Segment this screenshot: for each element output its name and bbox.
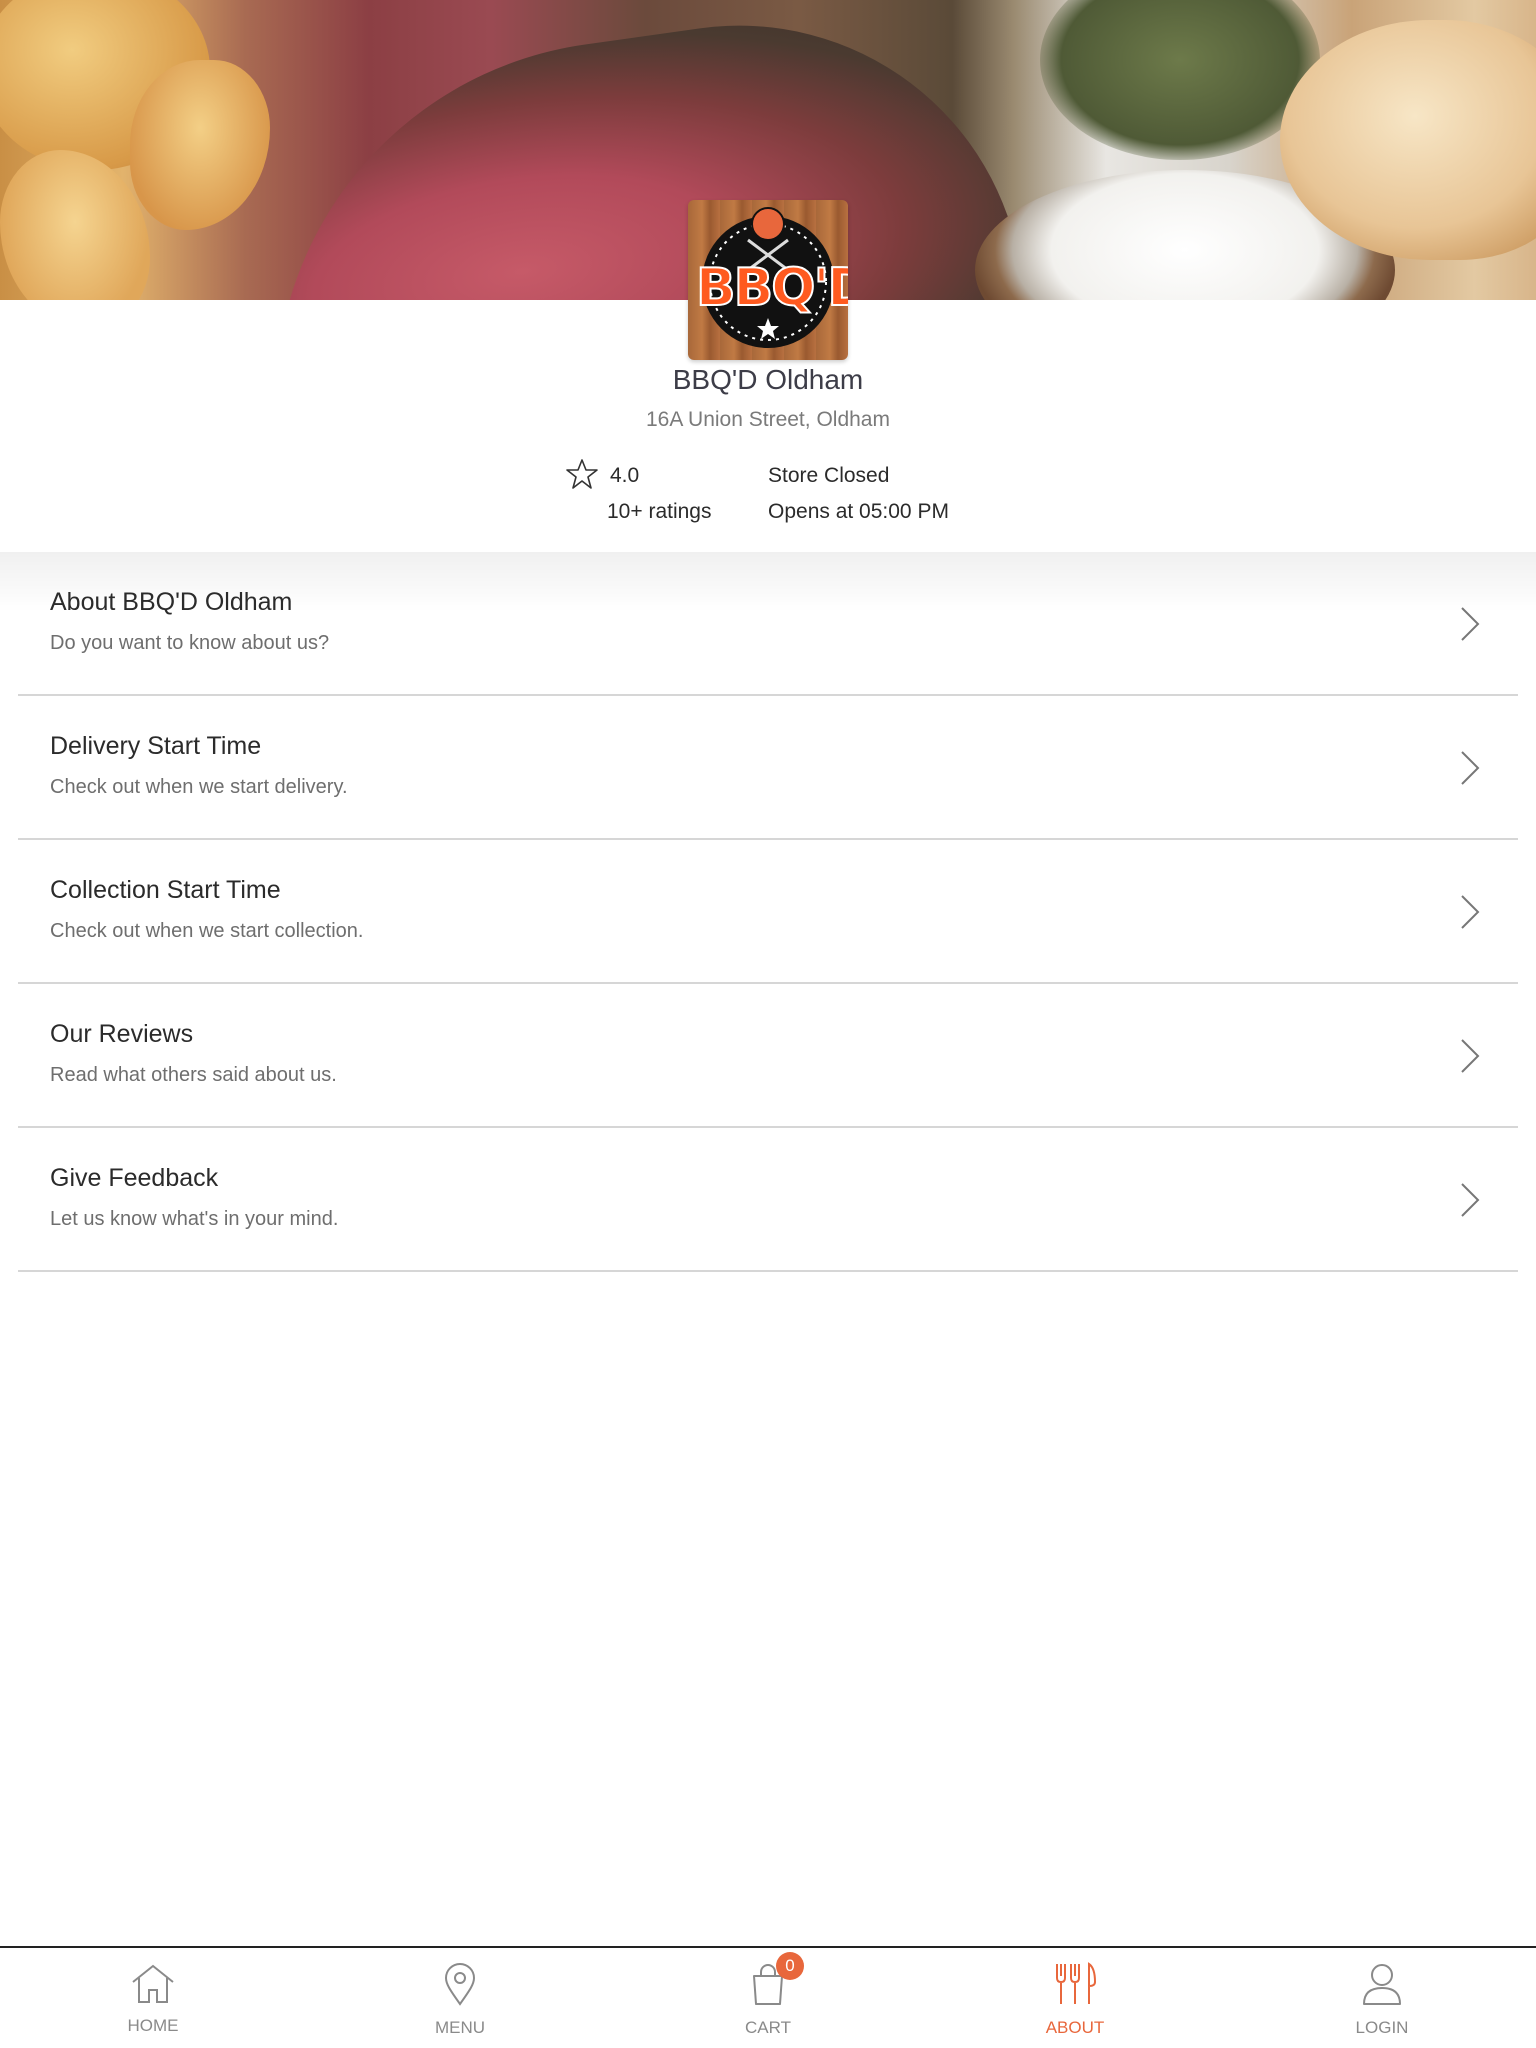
about-menu-list: About BBQ'D Oldham Do you want to know a… [0, 552, 1536, 1272]
cart-count-badge: 0 [776, 1952, 804, 1980]
chevron-right-icon [1461, 751, 1480, 785]
chevron-right-icon [1461, 895, 1480, 929]
nav-label: LOGIN [1355, 2018, 1409, 2037]
store-address: 16A Union Street, Oldham [646, 408, 890, 431]
list-item-title: Collection Start Time [50, 876, 281, 904]
nav-label: ABOUT [1045, 2018, 1105, 2037]
rating-value: 4.0 [610, 464, 640, 487]
list-item-subtitle: Check out when we start collection. [50, 920, 364, 942]
nav-label: HOME [127, 2016, 179, 2035]
list-item-our-reviews[interactable]: Our Reviews Read what others said about … [18, 984, 1518, 1128]
location-pin-icon [444, 1963, 476, 2006]
bottom-navigation-bar: HOME MENU CART ABOUT LOGIN [0, 1946, 1536, 2048]
list-item-subtitle: Check out when we start delivery. [50, 776, 348, 798]
list-item-title: Our Reviews [50, 1020, 194, 1048]
chevron-right-icon [1461, 607, 1480, 641]
list-item-subtitle: Do you want to know about us? [50, 632, 330, 654]
list-item-title: About BBQ'D Oldham [50, 588, 293, 616]
list-item-give-feedback[interactable]: Give Feedback Let us know what's in your… [18, 1128, 1518, 1272]
nav-label: MENU [434, 2018, 486, 2037]
chevron-right-icon [1461, 1039, 1480, 1073]
nav-login[interactable]: LOGIN [1282, 1948, 1482, 2048]
star-icon [566, 459, 598, 489]
nav-about[interactable]: ABOUT [975, 1948, 1175, 2048]
store-opening-time: Opens at 05:00 PM [768, 500, 949, 523]
store-name: BBQ'D Oldham [672, 364, 864, 395]
list-item-subtitle: Read what others said about us. [50, 1064, 337, 1086]
home-icon [132, 1964, 174, 2003]
rating-count: 10+ ratings [607, 500, 712, 523]
nav-cart[interactable]: CART [668, 1948, 868, 2048]
list-item-title: Give Feedback [50, 1164, 219, 1192]
list-item-about[interactable]: About BBQ'D Oldham Do you want to know a… [18, 552, 1518, 696]
nav-menu[interactable]: MENU [360, 1948, 560, 2048]
logo-wordmark: BBQ'D [695, 257, 848, 319]
user-icon [1363, 1964, 1401, 2005]
list-item-collection-start-time[interactable]: Collection Start Time Check out when we … [18, 840, 1518, 984]
store-status: Store Closed [768, 464, 890, 487]
list-item-subtitle: Let us know what's in your mind. [50, 1208, 339, 1230]
store-logo: BBQ'D [688, 200, 848, 360]
list-item-title: Delivery Start Time [50, 732, 262, 760]
fork-knife-icon [1056, 1962, 1097, 2004]
chevron-right-icon [1461, 1183, 1480, 1217]
nav-label: CART [745, 2018, 791, 2037]
nav-home[interactable]: HOME [53, 1948, 253, 2048]
list-item-delivery-start-time[interactable]: Delivery Start Time Check out when we st… [18, 696, 1518, 840]
